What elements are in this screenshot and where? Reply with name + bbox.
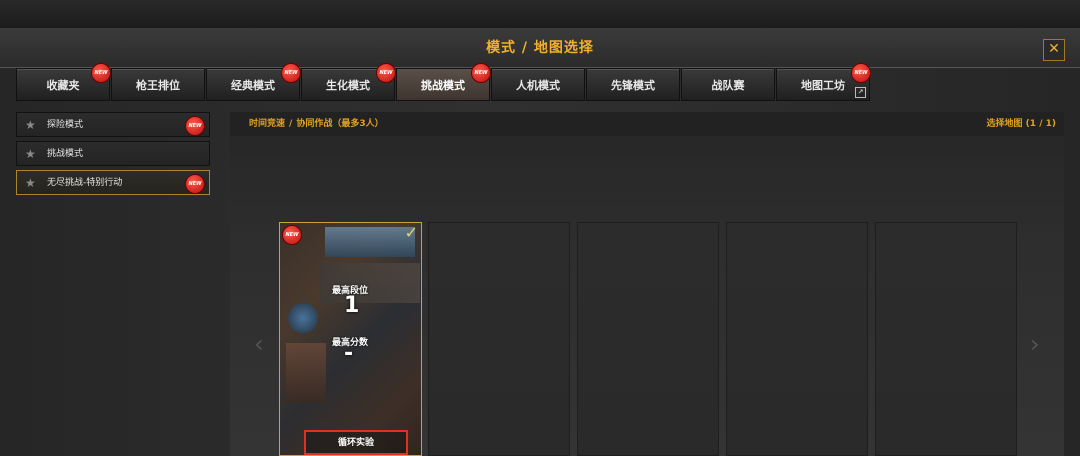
best-rank-value: 1 [344, 293, 360, 318]
map-count: 选择地图 (1 / 1) [986, 119, 1056, 129]
mode-item-endless-challenge[interactable]: ★ 无尽挑战-特别行动 NEW [16, 170, 210, 195]
breadcrumb-separator: / [289, 119, 293, 129]
tab-zombie[interactable]: 生化模式 NEW [301, 63, 396, 101]
tab-challenge[interactable]: 挑战模式 NEW [396, 63, 491, 101]
tab-vanguard[interactable]: 先锋模式 [586, 68, 680, 101]
star-icon[interactable]: ★ [25, 171, 36, 195]
tab-label: 先锋模式 [611, 79, 655, 92]
new-badge: NEW [376, 63, 396, 83]
tab-label: 经典模式 [231, 79, 275, 92]
tab-label: 收藏夹 [46, 79, 80, 92]
title-bar: 模式 / 地图选择 [0, 29, 1080, 68]
chevron-right-icon[interactable]: › [1030, 330, 1040, 358]
breadcrumb: 时间竞速 / 协同作战（最多3人） [249, 112, 384, 136]
star-icon[interactable]: ★ [25, 142, 36, 166]
map-thumbnail-detail [286, 343, 326, 403]
mode-item-adventure[interactable]: ★ 探险模式 NEW [16, 112, 210, 137]
external-link-icon[interactable]: ↗ [855, 87, 866, 98]
checkmark-icon: ✓ [404, 223, 418, 242]
empty-map-slot [726, 222, 868, 456]
mode-label: 探险模式 [47, 120, 84, 130]
tab-label: 战队赛 [711, 79, 745, 92]
tab-label: 地图工坊 [801, 79, 845, 92]
map-name: 循环实验 [304, 430, 408, 455]
new-badge: NEW [185, 174, 205, 194]
new-badge: NEW [281, 63, 301, 83]
tab-label: 枪王排位 [136, 79, 180, 92]
new-badge: NEW [185, 116, 205, 136]
empty-map-slot [875, 222, 1017, 456]
tab-favorites[interactable]: 收藏夹 NEW [16, 63, 111, 101]
mode-item-challenge[interactable]: ★ 挑战模式 [16, 141, 210, 166]
map-card[interactable]: NEW ✓ 最高段位 1 最高分数 - 循环实验 [279, 222, 422, 456]
mode-list: ★ 探险模式 NEW ★ 挑战模式 ★ 无尽挑战-特别行动 NEW [16, 112, 210, 199]
tab-label: 人机模式 [516, 79, 560, 92]
tab-map-workshop[interactable]: 地图工坊 NEW ↗ [776, 63, 871, 101]
top-strip [0, 0, 1080, 29]
new-badge: NEW [471, 63, 491, 83]
best-score-value: - [344, 341, 354, 366]
new-badge: NEW [282, 225, 302, 245]
tab-label: 生化模式 [326, 79, 370, 92]
breadcrumb-part-2: 协同作战（最多3人） [296, 119, 384, 129]
empty-map-slot [577, 222, 719, 456]
tab-clan-match[interactable]: 战队赛 [681, 68, 775, 101]
mode-label: 挑战模式 [47, 149, 84, 159]
empty-map-slot [428, 222, 570, 456]
tab-bot[interactable]: 人机模式 [491, 68, 585, 101]
chevron-left-icon[interactable]: ‹ [254, 330, 264, 358]
close-button[interactable]: ✕ [1043, 39, 1065, 61]
star-icon[interactable]: ★ [25, 113, 36, 137]
mode-label: 无尽挑战-特别行动 [47, 178, 123, 188]
new-badge: NEW [851, 63, 871, 83]
window-title: 模式 / 地图选择 [486, 40, 594, 56]
tab-label: 挑战模式 [421, 79, 465, 92]
breadcrumb-bar: 时间竞速 / 协同作战（最多3人） 选择地图 (1 / 1) [230, 112, 1064, 136]
map-thumbnail-detail [288, 303, 318, 333]
tab-classic[interactable]: 经典模式 NEW [206, 63, 301, 101]
breadcrumb-part-1: 时间竞速 [249, 119, 286, 129]
mode-tabs: 收藏夹 NEW 枪王排位 经典模式 NEW 生化模式 NEW 挑战模式 NEW 人机模式… [16, 63, 871, 102]
new-badge: NEW [91, 63, 111, 83]
map-thumbnail-detail [325, 227, 415, 257]
tab-ranked[interactable]: 枪王排位 [111, 68, 205, 101]
